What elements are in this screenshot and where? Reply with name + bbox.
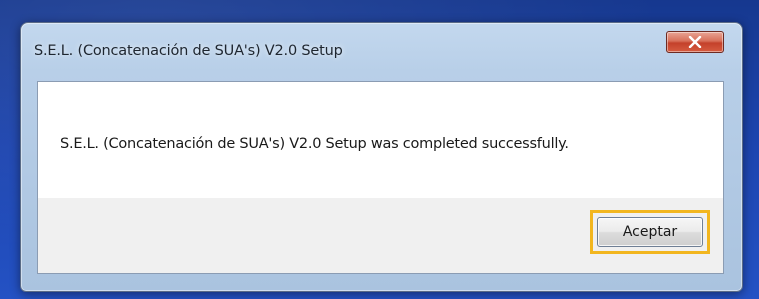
message-panel: S.E.L. (Concatenación de SUA's) V2.0 Set… (38, 82, 723, 198)
close-icon (688, 36, 702, 48)
setup-dialog-window: S.E.L. (Concatenación de SUA's) V2.0 Set… (20, 22, 743, 292)
dialog-client-area: S.E.L. (Concatenación de SUA's) V2.0 Set… (37, 81, 724, 274)
title-bar[interactable]: S.E.L. (Concatenación de SUA's) V2.0 Set… (21, 23, 742, 75)
close-button[interactable] (666, 31, 724, 53)
completion-message: S.E.L. (Concatenación de SUA's) V2.0 Set… (60, 136, 569, 152)
window-title: S.E.L. (Concatenación de SUA's) V2.0 Set… (34, 43, 343, 59)
aceptar-button[interactable]: Aceptar (597, 217, 703, 247)
